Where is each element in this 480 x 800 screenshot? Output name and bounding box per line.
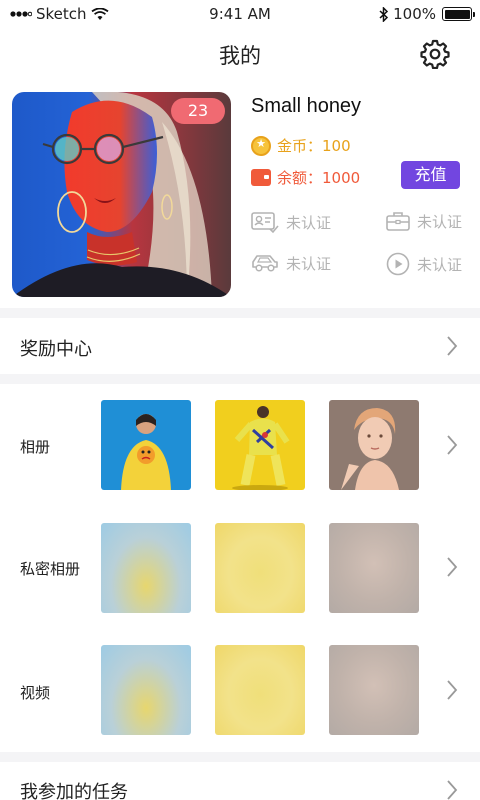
section-divider <box>0 374 480 384</box>
car-certification[interactable]: 未认证 <box>251 252 331 274</box>
coin-icon <box>251 135 271 156</box>
recharge-button[interactable]: 充值 <box>401 161 460 189</box>
coins-display: 金币：100 <box>251 135 351 156</box>
photo-album-row[interactable]: 相册 <box>0 384 480 504</box>
id-card-icon <box>251 212 279 234</box>
private-album-label: 私密相册 <box>20 560 81 578</box>
coins-label: 金币： <box>277 137 323 155</box>
video-label: 视频 <box>20 684 51 702</box>
age-badge: 23 <box>171 98 225 124</box>
avatar[interactable]: 23 <box>12 92 231 297</box>
private-photo-1[interactable] <box>101 523 191 613</box>
reward-center-label: 奖励中心 <box>20 339 92 360</box>
reward-center-row[interactable]: 奖励中心 <box>0 318 480 374</box>
my-tasks-row[interactable]: 我参加的任务 <box>0 762 480 800</box>
status-bar: Sketch 9:41 AM 100% <box>0 0 480 28</box>
battery-percent: 100% <box>393 5 436 23</box>
gear-icon[interactable] <box>420 39 450 69</box>
wallet-icon <box>251 169 271 186</box>
balance-display: 余额：1000 <box>251 167 360 188</box>
nav-bar: 我的 <box>0 28 480 80</box>
video-row[interactable]: 视频 <box>0 628 480 750</box>
private-photo-2[interactable] <box>215 523 305 613</box>
car-icon <box>252 255 278 272</box>
section-divider <box>0 308 480 318</box>
video-thumb-1[interactable] <box>101 645 191 735</box>
album-photo-3[interactable] <box>329 400 419 490</box>
chevron-right-icon <box>447 336 458 356</box>
id-cert-label: 未认证 <box>286 213 332 232</box>
my-tasks-label: 我参加的任务 <box>20 782 128 800</box>
video-cert-label: 未认证 <box>417 255 463 274</box>
photo-album-label: 相册 <box>20 438 51 456</box>
profile-section: 23 Small honey 金币：100 余额：1000 充值 未认证 未认证 <box>0 80 480 308</box>
chevron-right-icon <box>447 680 458 700</box>
battery-icon <box>442 7 475 21</box>
battery-indicator: 100% <box>379 5 475 23</box>
username: Small honey <box>251 95 362 117</box>
video-thumb-3[interactable] <box>329 645 419 735</box>
car-cert-label: 未认证 <box>286 254 332 273</box>
work-certification[interactable]: 未认证 <box>386 210 462 232</box>
video-certification[interactable]: 未认证 <box>386 252 462 276</box>
chevron-right-icon <box>447 435 458 455</box>
album-photo-1[interactable] <box>101 400 191 490</box>
briefcase-icon <box>386 212 410 231</box>
private-album-row[interactable]: 私密相册 <box>0 506 480 626</box>
chevron-right-icon <box>447 780 458 800</box>
chevron-right-icon <box>447 557 458 577</box>
private-photo-3[interactable] <box>329 523 419 613</box>
section-divider <box>0 752 480 762</box>
video-play-icon <box>386 252 410 276</box>
bluetooth-icon <box>379 6 389 22</box>
balance-label: 余额： <box>277 169 323 187</box>
coins-value: 100 <box>322 137 351 155</box>
video-thumb-2[interactable] <box>215 645 305 735</box>
balance-value: 1000 <box>322 169 361 187</box>
id-certification[interactable]: 未认证 <box>251 210 331 234</box>
page-title: 我的 <box>219 44 261 68</box>
work-cert-label: 未认证 <box>417 212 463 231</box>
album-photo-2[interactable] <box>215 400 305 490</box>
